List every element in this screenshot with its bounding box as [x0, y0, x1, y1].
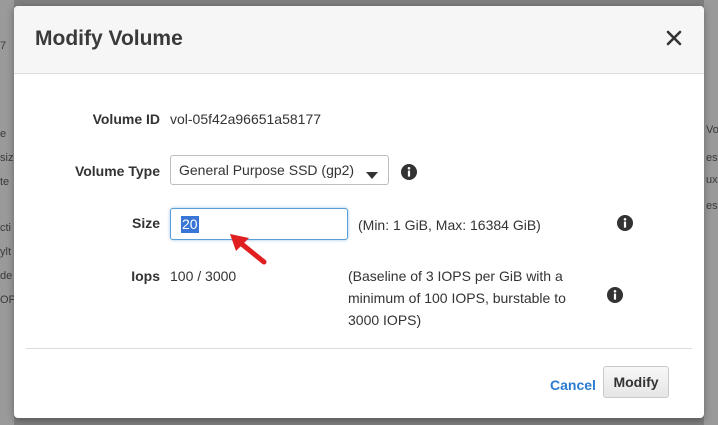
- bg-fragment: e: [0, 128, 7, 140]
- iops-hint: (Baseline of 3 IOPS per GiB with a minim…: [348, 265, 566, 331]
- volume-type-label: Volume Type: [74, 163, 160, 179]
- info-icon[interactable]: [607, 287, 623, 303]
- volume-id-value: vol-05f42a96651a58177: [170, 111, 322, 127]
- iops-label: Iops: [131, 268, 160, 284]
- footer-divider: [26, 348, 692, 349]
- dialog-header: Modify Volume: [14, 6, 704, 74]
- volume-type-selected: General Purpose SSD (gp2): [179, 162, 355, 178]
- bg-fragment: de: [0, 270, 13, 282]
- dialog-title: Modify Volume: [35, 27, 183, 50]
- close-icon[interactable]: [664, 28, 684, 48]
- modify-volume-dialog: Modify Volume Volume ID vol-05f42a96651a…: [14, 6, 704, 418]
- bg-fragment: es: [706, 152, 718, 164]
- size-input-value: 20: [181, 216, 199, 233]
- background-page-left: 7 e siz te cti ylt de OP: [0, 0, 16, 425]
- size-hint: (Min: 1 GiB, Max: 16384 GiB): [358, 217, 541, 233]
- bg-fragment: siz: [0, 152, 14, 164]
- bg-fragment: te: [0, 176, 10, 188]
- volume-type-select[interactable]: General Purpose SSD (gp2): [170, 155, 389, 185]
- cancel-button[interactable]: Cancel: [550, 377, 596, 393]
- info-icon[interactable]: [617, 215, 633, 231]
- chevron-down-icon: [366, 167, 378, 185]
- volume-id-label: Volume ID: [92, 111, 160, 127]
- bg-fragment: ylt: [0, 246, 11, 258]
- iops-value: 100 / 3000: [170, 268, 237, 284]
- info-icon[interactable]: [401, 164, 417, 180]
- bg-fragment: ux: [706, 174, 718, 186]
- bg-fragment: Vo: [706, 124, 718, 136]
- modify-button[interactable]: Modify: [603, 366, 669, 398]
- iops-hint-line: minimum of 100 IOPS, burstable to: [348, 290, 566, 306]
- background-page-right: Vo es ux es: [704, 0, 718, 425]
- iops-hint-line: 3000 IOPS): [348, 312, 422, 328]
- iops-hint-line: (Baseline of 3 IOPS per GiB with a: [348, 268, 563, 284]
- annotation-arrow-icon: [228, 232, 268, 271]
- size-label: Size: [131, 215, 160, 231]
- bg-fragment: 7: [0, 40, 7, 52]
- bg-fragment: cti: [0, 222, 11, 234]
- bg-fragment: es: [706, 200, 718, 212]
